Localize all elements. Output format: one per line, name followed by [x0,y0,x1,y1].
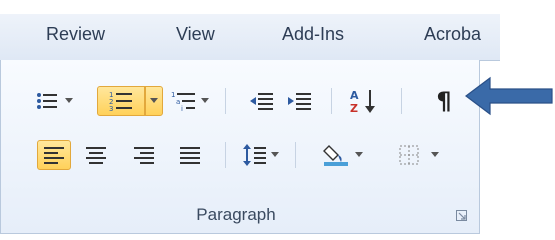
bullets-dropdown[interactable] [63,86,75,116]
paragraph-group: 1 2 3 1 a i A Z ¶ Paragraph [0,60,480,234]
shading-dropdown[interactable] [353,140,365,170]
page-top-text-strip [0,0,555,14]
chevron-down-icon [431,152,439,157]
line-spacing-dropdown[interactable] [269,140,281,170]
shading-icon [323,145,348,166]
svg-text:a: a [176,98,180,106]
align-right-icon [134,147,154,164]
divider [401,88,402,114]
chevron-down-icon [65,98,73,103]
multilevel-list-dropdown[interactable] [199,86,211,116]
chevron-down-icon [355,152,363,157]
dialog-launcher-icon[interactable] [456,210,468,222]
align-right-button[interactable] [129,140,159,170]
align-center-icon [86,147,106,164]
arrow-left-icon [465,76,553,116]
numbering-button[interactable]: 1 2 3 [97,86,145,116]
divider [331,88,332,114]
borders-button[interactable] [395,140,423,170]
sort-icon: A Z [350,89,375,114]
justify-button[interactable] [175,140,205,170]
multilevel-list-icon: 1 a i [171,91,195,112]
increase-indent-icon [288,93,311,110]
align-left-icon [44,147,64,164]
decrease-indent-button[interactable] [247,86,277,116]
increase-indent-button[interactable] [285,86,315,116]
divider [225,142,226,168]
tab-acrobat[interactable]: Acroba [424,24,481,45]
ribbon-tab-bar: Review View Add-Ins Acroba [0,14,500,61]
numbering-icon: 1 2 3 [109,91,132,112]
sort-button[interactable]: A Z [343,86,385,116]
svg-text:3: 3 [109,105,113,112]
sort-glyph-a: A [350,89,359,102]
paragraph-group-label: Paragraph [196,205,276,224]
line-spacing-button[interactable] [241,140,269,170]
divider [295,142,296,168]
multilevel-list-button[interactable]: 1 a i [169,86,199,116]
chevron-down-icon [201,98,209,103]
svg-text:1: 1 [171,91,175,99]
line-spacing-icon [243,144,266,166]
bullets-icon [37,93,57,109]
divider [225,88,226,114]
align-left-button[interactable] [37,140,71,170]
shading-button[interactable] [321,140,351,170]
justify-icon [180,147,200,164]
align-center-button[interactable] [81,140,111,170]
chevron-down-icon [271,152,279,157]
tab-review[interactable]: Review [46,24,105,45]
borders-icon [399,145,419,165]
decrease-indent-icon [250,93,273,110]
pilcrow-icon: ¶ [436,87,452,115]
numbering-dropdown[interactable] [145,86,163,116]
sort-glyph-z: Z [350,102,358,114]
borders-dropdown[interactable] [429,140,441,170]
tab-add-ins[interactable]: Add-Ins [282,24,344,45]
chevron-down-icon [150,98,158,103]
bullets-button[interactable] [33,86,61,116]
show-hide-formatting-button[interactable]: ¶ [429,86,459,116]
svg-text:i: i [181,105,183,112]
tab-view[interactable]: View [176,24,215,45]
